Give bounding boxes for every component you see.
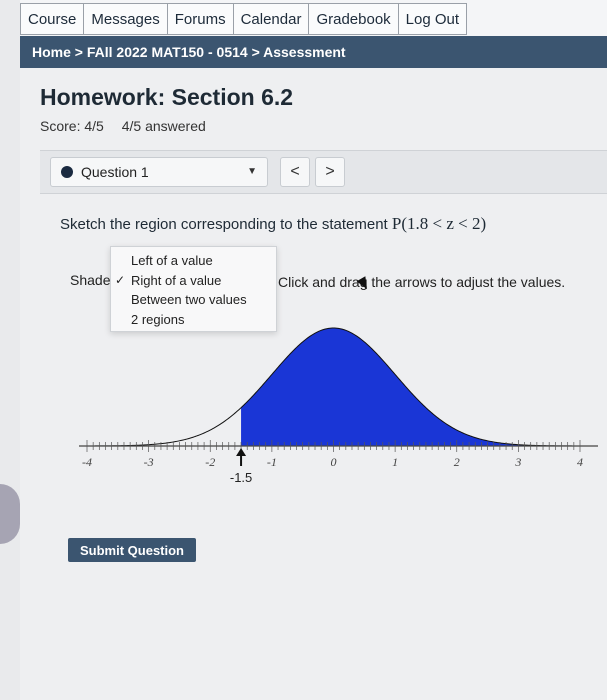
assessment-content: Homework: Section 6.2 Score: 4/5 4/5 ans…: [20, 68, 607, 700]
status-dot-icon: [61, 166, 73, 178]
nav-tab-forums[interactable]: Forums: [166, 3, 233, 35]
nav-tab-course[interactable]: Course: [20, 3, 84, 35]
chevron-down-icon: ▼: [247, 166, 257, 177]
tick-label: 3: [514, 455, 521, 469]
question-nav-bar: Question 1 ▼ < >: [40, 150, 607, 194]
question-statement: P(1.8 < z < 2): [391, 214, 487, 233]
next-question-button[interactable]: >: [315, 157, 345, 187]
question-prompt-text: Sketch the region corresponding to the s…: [60, 216, 388, 233]
nav-tab-messages[interactable]: Messages: [83, 3, 167, 35]
page-title: Homework: Section 6.2: [40, 84, 294, 110]
scroll-thumb[interactable]: [0, 484, 20, 544]
nav-tab-calendar[interactable]: Calendar: [232, 3, 309, 35]
nav-tab-logout[interactable]: Log Out: [397, 3, 468, 35]
tick-label: 2: [454, 455, 460, 469]
tick-label: -2: [205, 455, 215, 469]
submit-question-button[interactable]: Submit Question: [68, 538, 196, 562]
prev-question-button[interactable]: <: [280, 157, 310, 187]
question-select-label: Question 1: [81, 164, 149, 180]
answered-count: 4/5 answered: [121, 118, 206, 134]
score-value: Score: 4/5: [40, 118, 104, 134]
tick-label: -3: [144, 455, 154, 469]
nav-tab-gradebook[interactable]: Gradebook: [308, 3, 398, 35]
drag-arrow-icon: [236, 448, 247, 456]
shade-option-left[interactable]: Left of a value: [111, 251, 276, 271]
tick-label: 1: [392, 455, 398, 469]
question-select[interactable]: Question 1 ▼: [50, 157, 268, 187]
question-prompt: Sketch the region corresponding to the s…: [60, 214, 486, 234]
tick-label: -1: [267, 455, 277, 469]
tick-label: -4: [82, 455, 92, 469]
checkmark-icon: ✓: [115, 273, 126, 288]
breadcrumb[interactable]: Home > FAll 2022 MAT150 - 0514 > Assessm…: [20, 36, 607, 68]
shaded-region: [241, 328, 580, 446]
top-nav: Course Messages Forums Calendar Gradeboo…: [20, 0, 607, 36]
tick-label: 4: [577, 455, 583, 469]
marker-value-label: -1.5: [230, 470, 252, 485]
normal-curve-graph[interactable]: -4 -3 -2 -1 0 1 2 3 4 -1.5: [20, 288, 607, 508]
score-line: Score: 4/5 4/5 answered: [40, 118, 220, 134]
tick-label: 0: [331, 455, 337, 469]
shade-label: Shade: [70, 272, 111, 288]
